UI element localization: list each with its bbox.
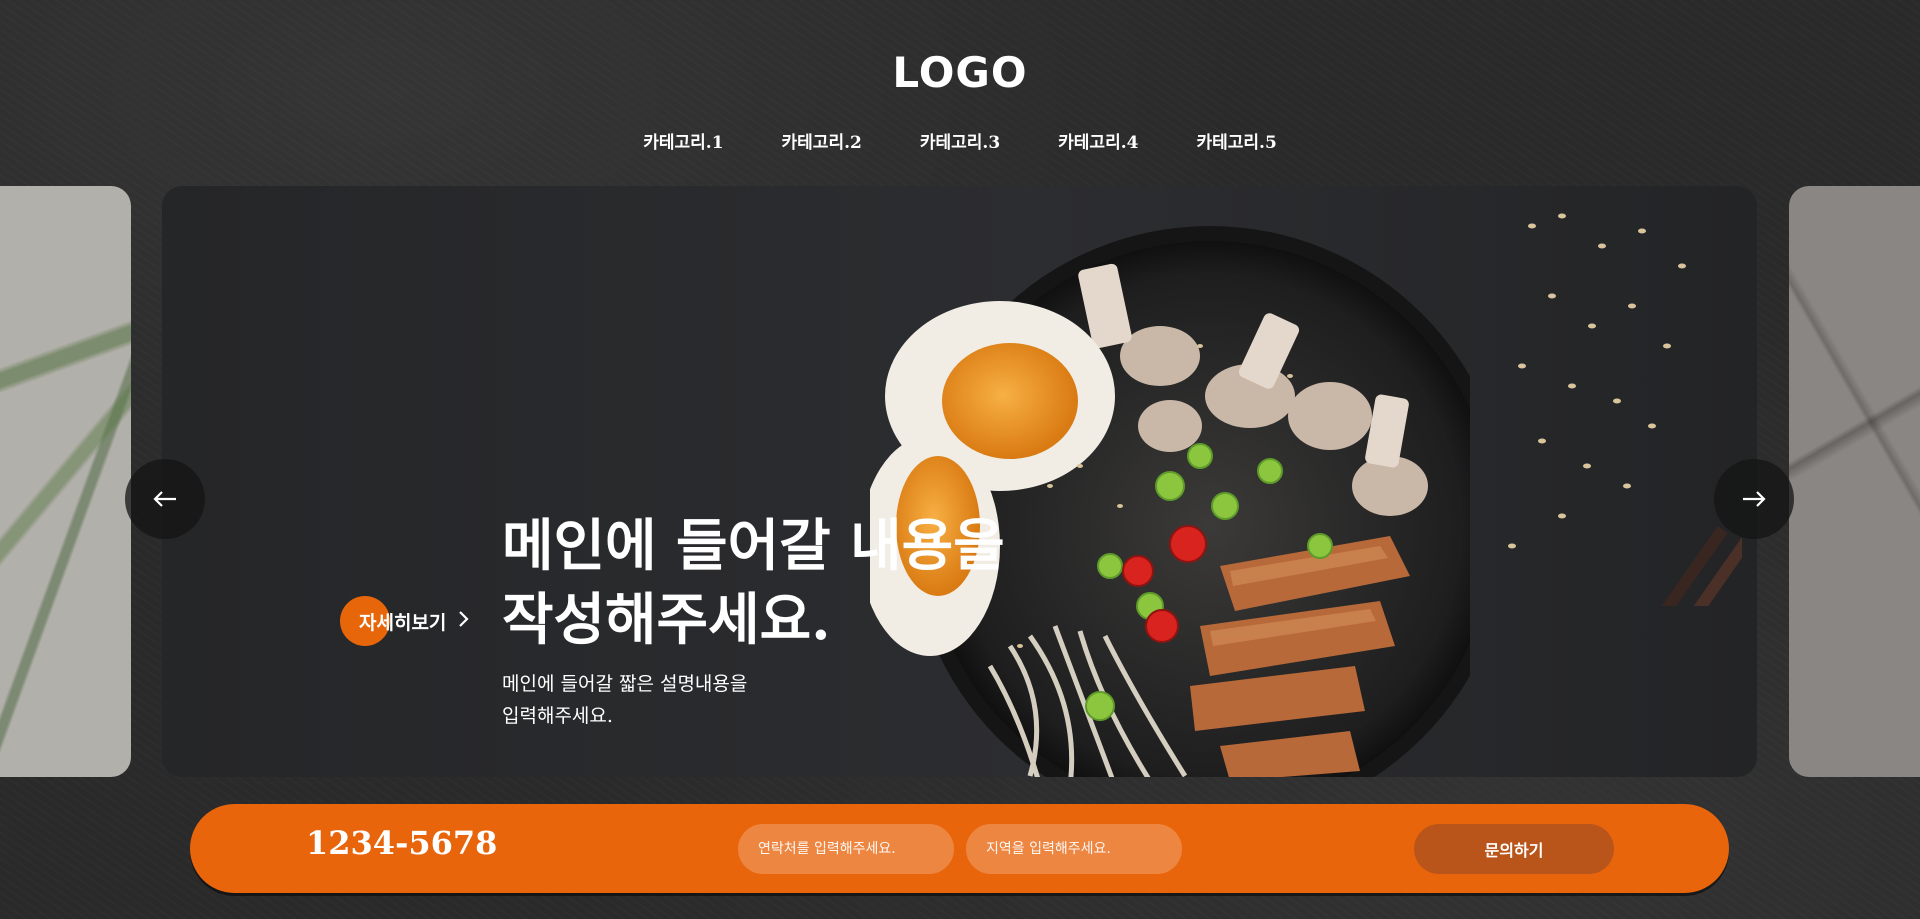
slider-next-button[interactable] bbox=[1714, 459, 1794, 539]
logo[interactable]: LOGO bbox=[0, 48, 1920, 97]
view-more-link[interactable]: 자세히보기 bbox=[340, 596, 470, 646]
hero-title-line-1: 메인에 들어갈 내용을 bbox=[502, 513, 1005, 579]
phone-number: 1234-5678 bbox=[306, 824, 498, 862]
hero-description-line-1: 메인에 들어갈 짧은 설명내용을 bbox=[502, 673, 748, 695]
next-slide-preview bbox=[1789, 186, 1920, 777]
hero-slide: 메인에 들어갈 내용을 작성해주세요. 메인에 들어갈 짧은 설명내용을 입력해… bbox=[162, 186, 1757, 777]
contact-input[interactable] bbox=[738, 824, 954, 874]
nav-item-category-3[interactable]: 카테고리.3 bbox=[920, 128, 1000, 153]
arrow-left-icon bbox=[153, 491, 176, 507]
nav-item-category-4[interactable]: 카테고리.4 bbox=[1058, 128, 1138, 153]
inquiry-bar: 1234-5678 문의하기 bbox=[190, 804, 1729, 893]
ramen-bowl-image bbox=[870, 226, 1470, 777]
chevron-right-icon bbox=[458, 609, 470, 633]
main-nav: 카테고리.1 카테고리.2 카테고리.3 카테고리.4 카테고리.5 bbox=[0, 128, 1920, 153]
nav-item-category-2[interactable]: 카테고리.2 bbox=[782, 128, 862, 153]
inquiry-submit-button[interactable]: 문의하기 bbox=[1414, 824, 1614, 874]
nav-item-category-5[interactable]: 카테고리.5 bbox=[1196, 128, 1276, 153]
hero-description-line-2: 입력해주세요. bbox=[502, 705, 613, 727]
hero-title: 메인에 들어갈 내용을 작성해주세요. bbox=[502, 509, 1005, 657]
slider-prev-button[interactable] bbox=[125, 459, 205, 539]
nav-item-category-1[interactable]: 카테고리.1 bbox=[643, 128, 723, 153]
hero-description: 메인에 들어갈 짧은 설명내용을 입력해주세요. bbox=[502, 668, 747, 732]
arrow-right-icon bbox=[1743, 491, 1766, 507]
view-more-label: 자세히보기 bbox=[359, 611, 447, 634]
sesame-seeds-decoration bbox=[1508, 213, 1742, 606]
region-input[interactable] bbox=[966, 824, 1182, 874]
previous-slide-preview bbox=[0, 186, 131, 777]
hero-title-line-2: 작성해주세요. bbox=[502, 587, 831, 653]
